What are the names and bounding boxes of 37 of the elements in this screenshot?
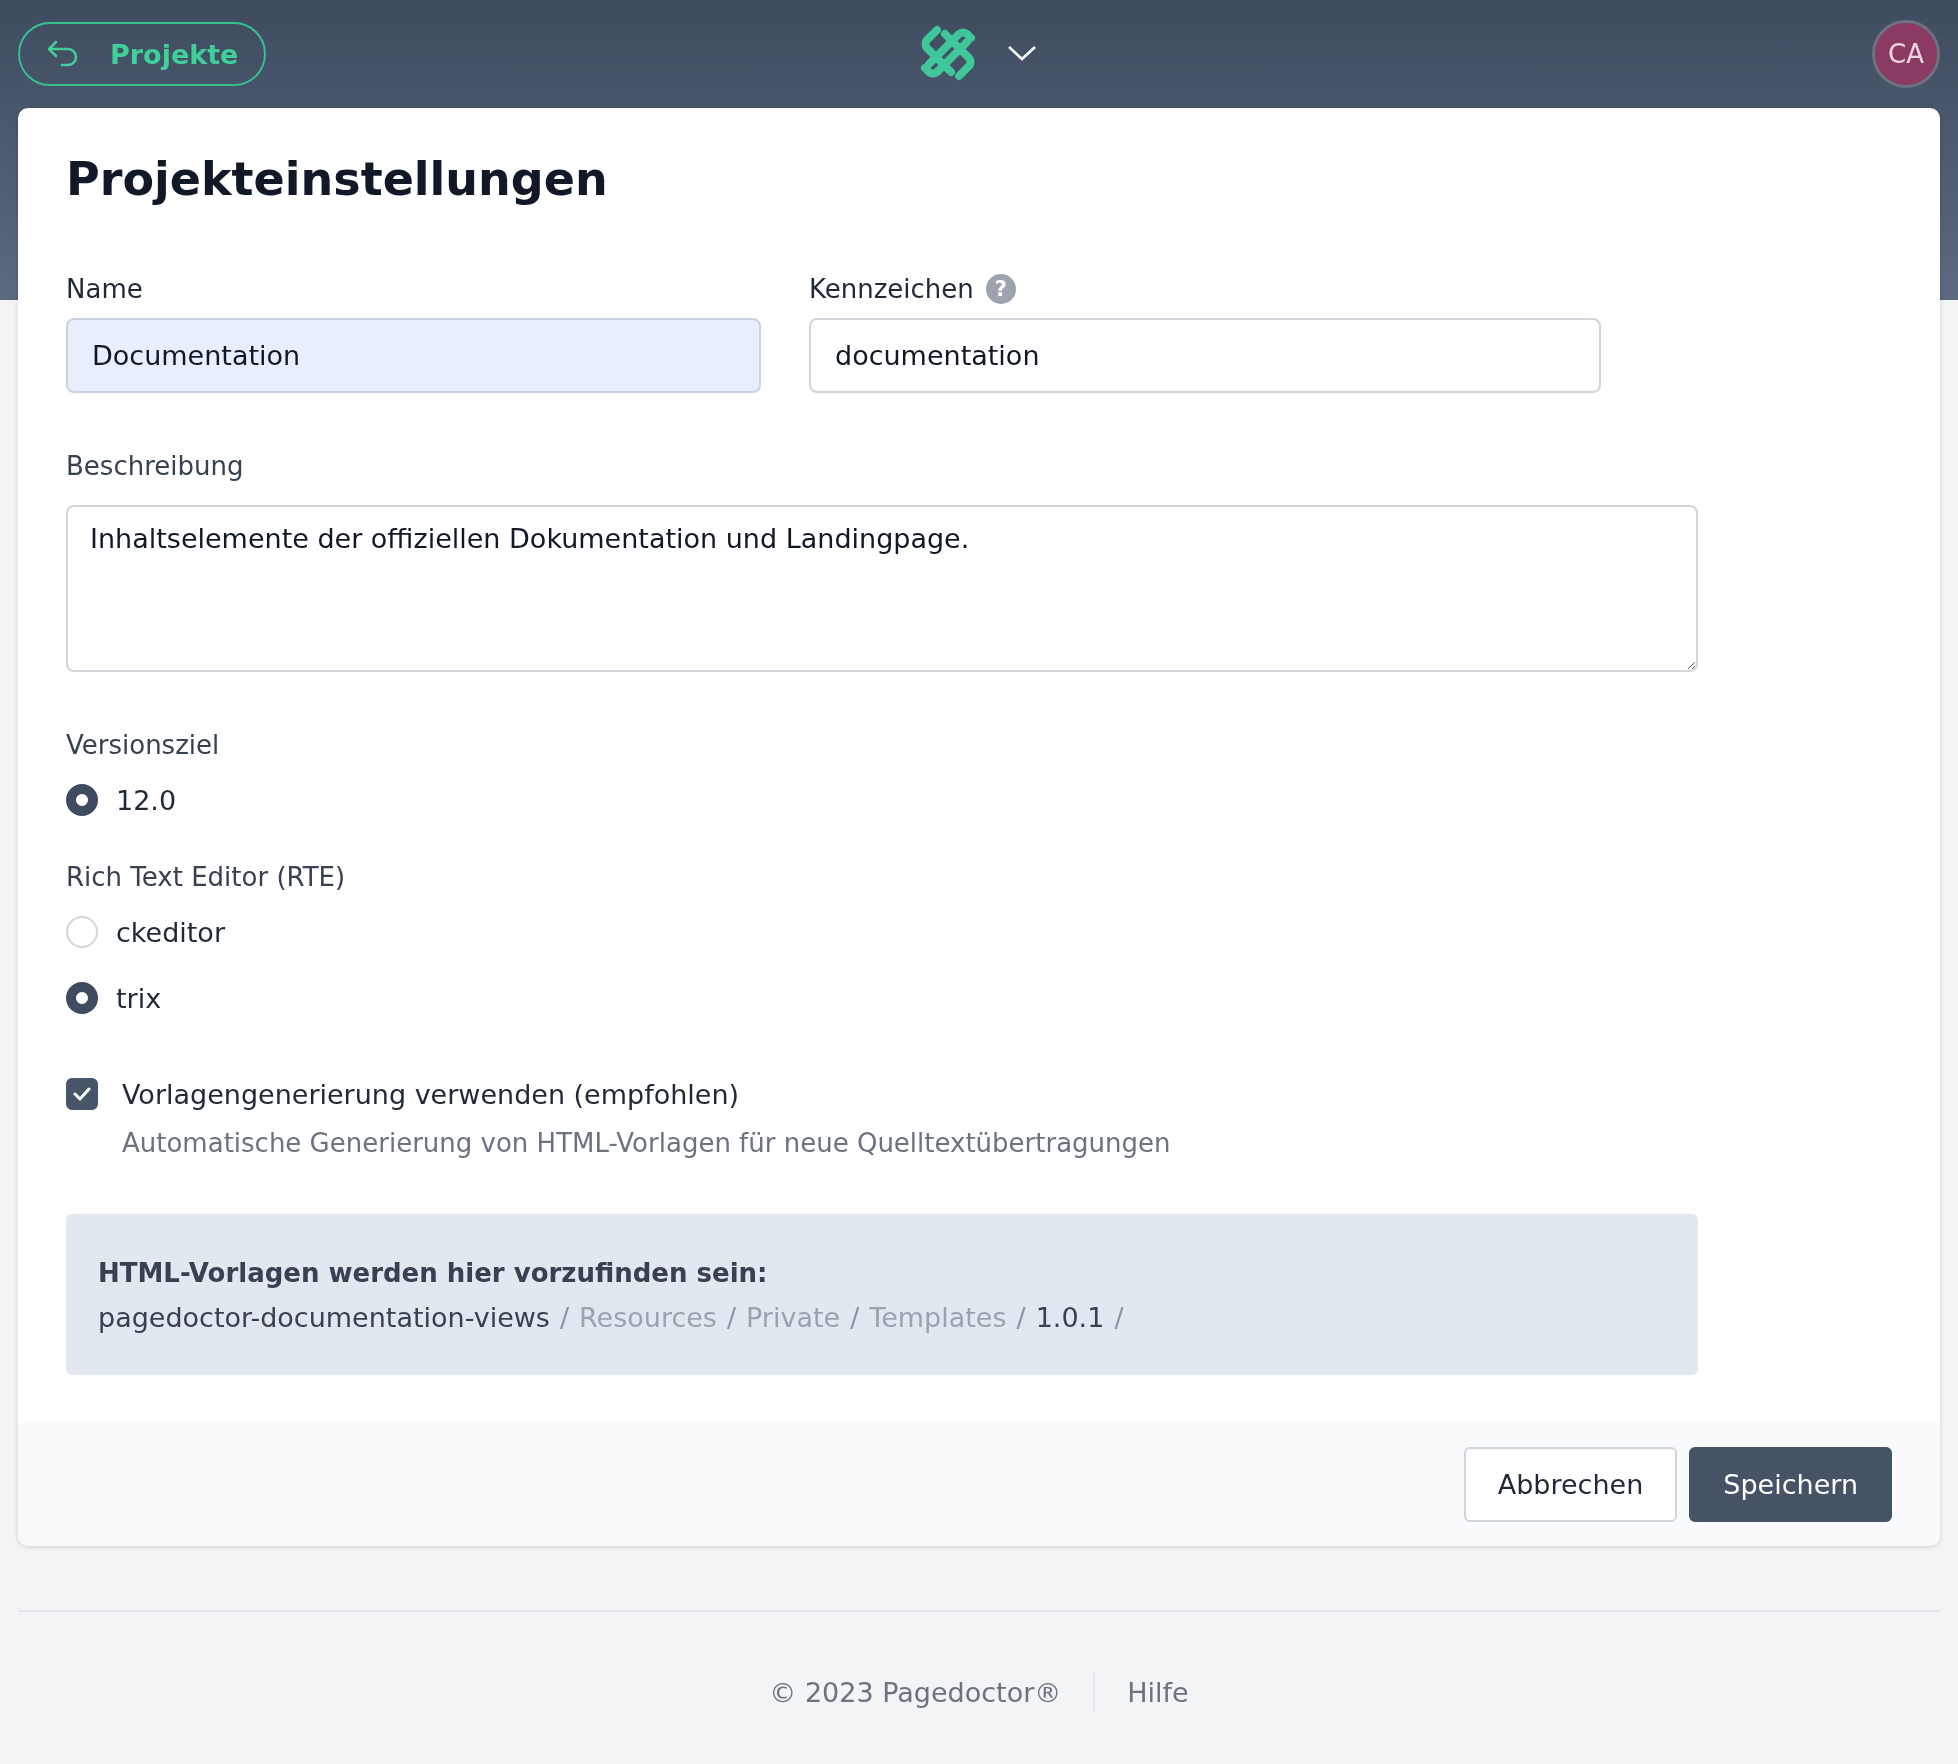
save-button[interactable]: Speichern	[1689, 1447, 1892, 1522]
user-avatar[interactable]: CA	[1872, 20, 1940, 88]
path-label: Resources	[579, 1302, 717, 1333]
back-button[interactable]: Projekte	[18, 22, 267, 86]
chevron-down-icon[interactable]	[1007, 44, 1037, 62]
path-separator: /	[726, 1302, 737, 1333]
path-label: 1.0.1	[1035, 1302, 1105, 1333]
path-separator: /	[850, 1302, 860, 1333]
radio-label: 12.0	[116, 784, 177, 816]
field-label: Name	[66, 274, 143, 304]
path-label: pagedoctor-documentation-views	[98, 1302, 550, 1333]
path-label: Templates	[869, 1302, 1007, 1333]
group-label: Versionsziel	[66, 730, 221, 760]
copyright-text: © 2023 Pagedoctor®	[769, 1676, 1062, 1708]
radio-button[interactable]	[66, 982, 98, 1014]
path-label: Private	[746, 1302, 841, 1333]
checkmark-icon	[73, 1087, 91, 1101]
field-label: Beschreibung	[66, 451, 245, 481]
page-title: Projekteinstellungen	[66, 152, 609, 206]
path-separator: /	[559, 1302, 570, 1333]
radio-button[interactable]	[66, 784, 98, 816]
info-title: HTML-Vorlagen werden hier vorzufinden sein:	[98, 1258, 769, 1288]
radio-label: ckeditor	[116, 916, 225, 948]
help-link[interactable]: Hilfe	[1127, 1676, 1189, 1708]
key-input[interactable]: documentation	[809, 318, 1601, 393]
help-text: Automatische Generierung von HTML-Vorlagen für neue Quelltextübertragungen	[122, 1128, 1172, 1158]
path-separator: /	[1114, 1302, 1124, 1333]
description-textarea[interactable]: Inhaltselemente der offiziellen Dokumentation und Landingpage.	[66, 505, 1698, 672]
group-label: Rich Text Editor (RTE)	[66, 862, 347, 892]
path-separator: /	[1016, 1302, 1026, 1333]
undo-arrow-icon	[46, 39, 80, 69]
name-input[interactable]: Documentation	[66, 318, 761, 393]
cancel-button[interactable]: Abbrechen	[1463, 1447, 1678, 1522]
field-label: Kennzeichen	[809, 274, 974, 304]
checkbox[interactable]	[66, 1078, 98, 1110]
radio-label: trix	[116, 982, 162, 1014]
checkbox-label: Vorlagengenerierung verwenden (empfohlen)	[122, 1078, 740, 1110]
